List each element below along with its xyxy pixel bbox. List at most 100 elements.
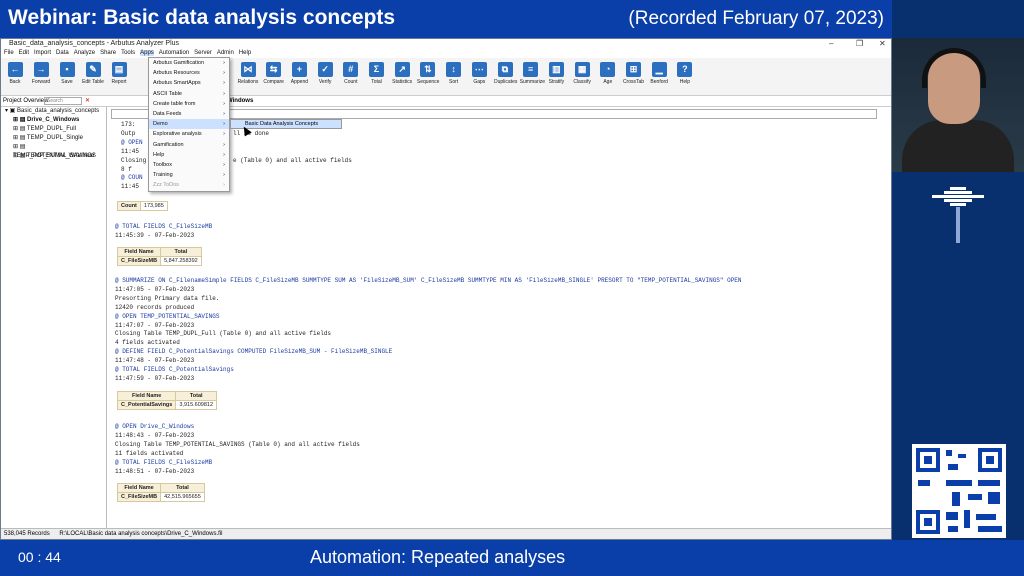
menu-import[interactable]: Import — [34, 50, 51, 56]
menu-automation[interactable]: Automation — [159, 50, 189, 56]
sequence-button[interactable]: ⇅ Sequence — [417, 62, 439, 85]
age-button[interactable]: ◔ Age — [597, 62, 619, 85]
menu-item-label: Gamification — [153, 141, 184, 148]
headset-icon — [922, 48, 986, 88]
menu-item-arbutus-smartapps[interactable]: Arbutus SmartApps › — [149, 78, 229, 88]
report-button[interactable]: ▤ Report — [108, 62, 130, 85]
total-value-cell: 3,915.609812 — [175, 400, 218, 410]
menu-item-explorative-analysis[interactable]: Explorative analysis › — [149, 129, 229, 139]
log-line: @ COUN — [121, 174, 143, 182]
tree-item-temp-potential-savings[interactable]: ⊞ ▤ TEMP_POTENTIAL_SAVINGS — [1, 143, 106, 159]
compare-button[interactable]: ⇆ Compare — [263, 62, 285, 85]
tree-item-temp-dupl-single[interactable]: ⊞ ▤ TEMP_DUPL_Single — [1, 134, 106, 143]
summarize-button[interactable]: ≡ Summarize — [520, 62, 545, 85]
menu-apps[interactable]: Apps — [140, 50, 154, 56]
chevron-right-icon: › — [223, 121, 225, 128]
toolbar-label: CrossTab — [622, 79, 645, 85]
total-value-cell: 42,515.965655 — [160, 492, 205, 502]
minimize-icon[interactable]: – — [829, 39, 833, 49]
chevron-right-icon: › — [223, 100, 225, 107]
webinar-title: Webinar: Basic data analysis concepts — [8, 6, 396, 29]
table-header: Total — [160, 247, 202, 257]
menu-item-training[interactable]: Training › — [149, 170, 229, 180]
crosstab-button[interactable]: ⊞ CrossTab — [623, 62, 645, 85]
classify-button[interactable]: ▦ Classify — [571, 62, 593, 85]
menu-analyze[interactable]: Analyze — [74, 50, 95, 56]
back-button[interactable]: ← Back — [4, 62, 26, 85]
log-line: Presorting Primary data file. — [115, 294, 220, 302]
log-line: 11:45 — [121, 147, 140, 155]
count-button[interactable]: # Count — [340, 62, 362, 85]
analyzer-window: Basic_data_analysis_concepts - Arbutus A… — [0, 38, 892, 540]
forward-button[interactable]: → Forward — [30, 62, 52, 85]
menu-help[interactable]: Help — [239, 50, 251, 56]
log-line: Closing Table TEMP_POTENTIAL_SAVINGS (Ta… — [115, 440, 360, 448]
menu-item-arbutus-gamification[interactable]: Arbutus Gamification › — [149, 58, 229, 68]
menu-item-help[interactable]: Help › — [149, 150, 229, 160]
statistics-button[interactable]: ↗ Statistics — [391, 62, 413, 85]
table-icon: ⊞ ▤ — [13, 153, 27, 159]
log-line: 11:47:05 - 07-Feb-2023 — [115, 285, 195, 293]
bottom-caption-bar: 00 : 44 Automation: Repeated analyses — [0, 540, 1024, 576]
menu-item-arbutus-resources[interactable]: Arbutus Resources › — [149, 68, 229, 78]
toolbar-label: Stratify — [548, 79, 565, 85]
window-titlebar: Basic_data_analysis_concepts - Arbutus A… — [1, 39, 891, 49]
save-button[interactable]: ▪ Save — [56, 62, 78, 85]
field-name-cell: C_FileSizeMB — [116, 492, 162, 502]
log-line: @ TOTAL FIELDS C_PotentialSavings — [115, 366, 234, 373]
menu-item-demo[interactable]: Demo › — [149, 119, 229, 130]
tree-item-drive-c-windows[interactable]: ⊞ ▤ Drive_C_Windows — [1, 116, 106, 125]
tree-item-temp-summ-writeyear[interactable]: ⊞ ▤ TEMP_SUMM_WriteYear — [1, 152, 106, 161]
menu-item-label: Demo — [153, 121, 168, 128]
total-button[interactable]: Σ Total — [366, 62, 388, 85]
menu-item-ascii-table[interactable]: ASCII Table › — [149, 89, 229, 99]
append-button[interactable]: + Append — [288, 62, 310, 85]
toolbar: ← Back → Forward ▪ Save ✎ Edit Table ▤ Report ⋈ Rel… — [1, 58, 891, 96]
menu-share[interactable]: Share — [100, 50, 116, 56]
menu-item-toolbox[interactable]: Toolbox › — [149, 160, 229, 170]
benford-button[interactable]: ▁ Benford — [648, 62, 670, 85]
sort-button[interactable]: ↕ Sort — [443, 62, 465, 85]
project-overview-label: Project Overview — [3, 98, 49, 104]
menu-tools[interactable]: Tools — [121, 50, 135, 56]
maximize-icon[interactable]: ❐ — [856, 39, 863, 49]
help-button[interactable]: ? Help — [674, 62, 696, 85]
toolbar-label: Forward — [31, 79, 51, 85]
tree-item-temp-dupl-full[interactable]: ⊞ ▤ TEMP_DUPL_Full — [1, 125, 106, 134]
menu-item-zzz-todos: Zzz ToDos › — [149, 180, 229, 190]
brand-logo-icon — [932, 187, 984, 243]
verify-button[interactable]: ✓ Verify — [314, 62, 336, 85]
edit-table-button[interactable]: ✎ Edit Table — [82, 62, 104, 85]
project-search-input[interactable]: Search — [44, 97, 82, 105]
toolbar-label: Count — [344, 79, 358, 85]
tab-strip: Project Overview Search ✕ Windows — [1, 96, 891, 107]
log-line: 173: — [121, 121, 136, 128]
menu-server[interactable]: Server — [194, 50, 212, 56]
menu-item-data-feeds[interactable]: Data Feeds › — [149, 109, 229, 119]
menu-item-create-table-from[interactable]: Create table from › — [149, 99, 229, 109]
menu-item-gamification[interactable]: Gamification › — [149, 140, 229, 150]
project-tree: ▾ ▣ Basic_data_analysis_concepts ⊞ ▤ Driv… — [1, 107, 107, 528]
back-arrow-icon: ← — [7, 62, 23, 77]
chevron-right-icon: › — [223, 90, 225, 97]
stratify-button[interactable]: ▥ Stratify — [545, 62, 567, 85]
elapsed-time: 00 : 44 — [18, 549, 61, 565]
close-icon[interactable]: ✕ — [879, 39, 886, 49]
tab-windows[interactable]: Windows — [227, 96, 253, 107]
tree-item-basic-data-analysis-concepts[interactable]: ▾ ▣ Basic_data_analysis_concepts — [1, 107, 106, 116]
toolbar-label: Sequence — [416, 79, 440, 85]
relations-icon: ⋈ — [240, 62, 256, 77]
relations-button[interactable]: ⋈ Relations — [237, 62, 259, 85]
gaps-button[interactable]: ⋯ Gaps — [468, 62, 490, 85]
chevron-right-icon: › — [223, 151, 225, 158]
table-header: Total — [160, 483, 205, 493]
count-table: Count 173,985 — [117, 201, 168, 211]
duplicates-button[interactable]: ⧉ Duplicates — [494, 62, 517, 85]
clear-search-icon[interactable]: ✕ — [85, 96, 90, 107]
menu-edit[interactable]: Edit — [19, 50, 29, 56]
presenter-webcam — [892, 38, 1024, 172]
menu-data[interactable]: Data — [56, 50, 69, 56]
toolbar-label: Benford — [650, 79, 668, 85]
menu-file[interactable]: File — [4, 50, 14, 56]
menu-admin[interactable]: Admin — [217, 50, 234, 56]
